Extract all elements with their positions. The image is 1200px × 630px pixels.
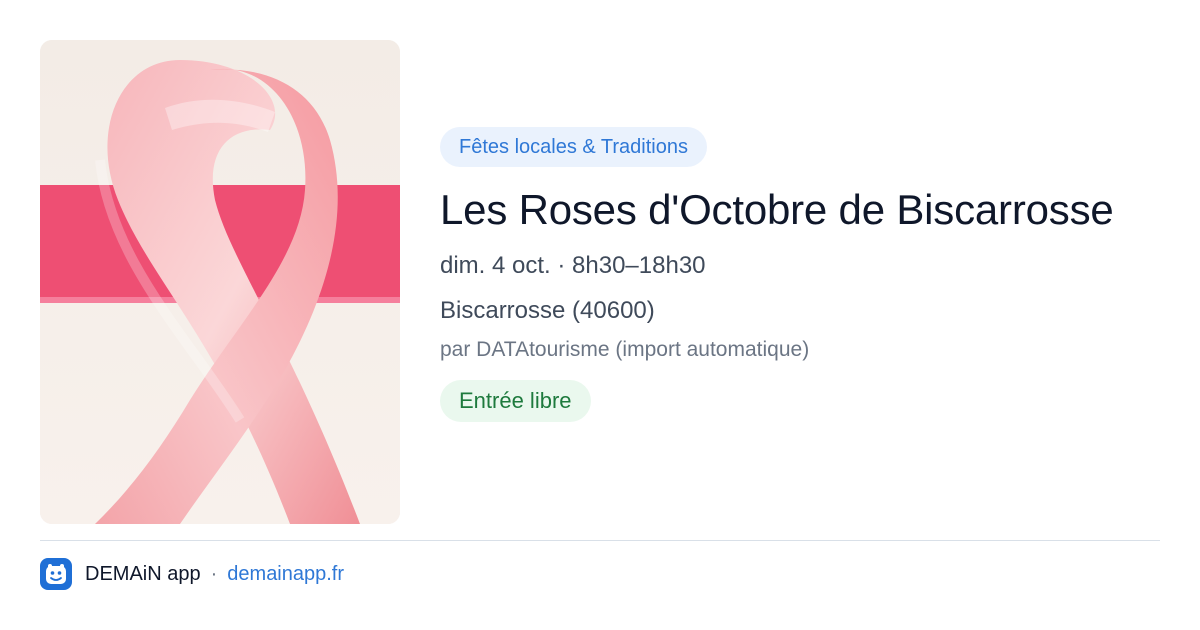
price-badge: Entrée libre xyxy=(440,380,591,422)
footer-divider xyxy=(40,540,1160,541)
footer-separator: · xyxy=(210,562,218,585)
event-date: dim. 4 oct. · 8h30–18h30 xyxy=(440,252,706,279)
app-name: DEMAiN app xyxy=(85,562,201,585)
event-source: par DATAtourisme (import automatique) xyxy=(440,338,810,361)
category-badge[interactable]: Fêtes locales & Traditions xyxy=(440,127,707,167)
event-title: Les Roses d'Octobre de Biscarrosse xyxy=(440,186,1114,233)
app-logo-icon xyxy=(40,558,72,590)
website-link[interactable]: demainapp.fr xyxy=(227,563,344,586)
pink-ribbon-illustration xyxy=(40,40,400,524)
footer: DEMAiN app · demainapp.fr xyxy=(40,557,344,591)
event-location: Biscarrosse (40600) xyxy=(440,297,655,324)
event-image xyxy=(40,40,400,524)
event-details: Fêtes locales & Traditions Les Roses d'O… xyxy=(440,127,1180,422)
